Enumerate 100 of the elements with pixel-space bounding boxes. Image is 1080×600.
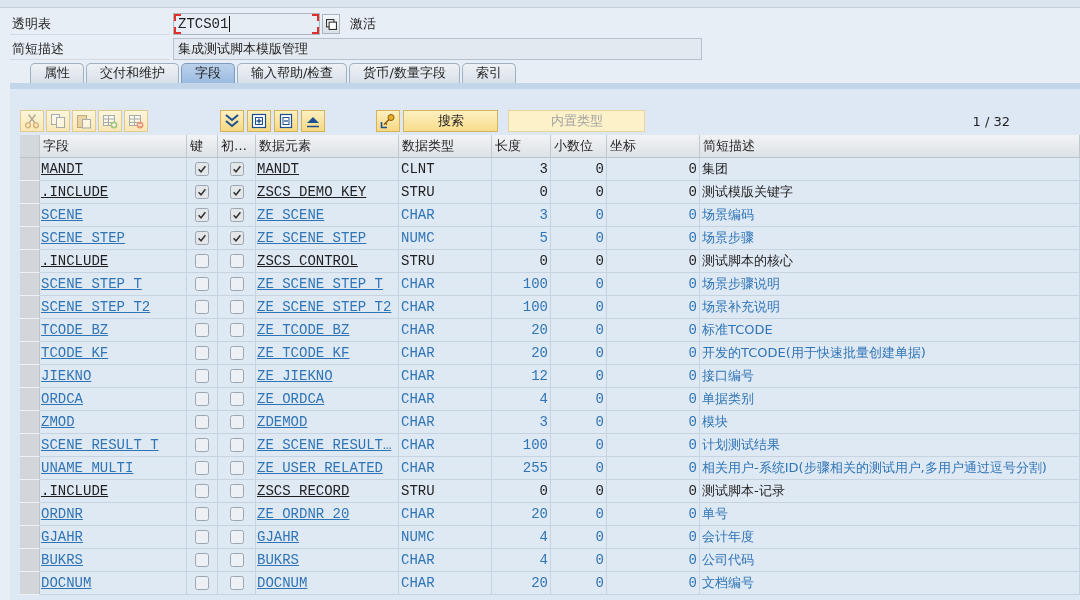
- row-selector[interactable]: [20, 250, 40, 273]
- checkbox[interactable]: [195, 438, 209, 452]
- data-element-link[interactable]: ZE_SCENE_STEP: [256, 230, 367, 246]
- field-link[interactable]: .INCLUDE: [40, 483, 109, 499]
- tab[interactable]: 交付和维护: [86, 63, 179, 83]
- data-element-link[interactable]: ZE_SCENE_RESULT…: [256, 437, 392, 453]
- data-element-link[interactable]: ZSCS_DEMO_KEY: [256, 184, 367, 200]
- data-element-link[interactable]: BUKRS: [256, 552, 299, 568]
- checkbox[interactable]: [229, 484, 244, 498]
- row-selector[interactable]: [20, 296, 40, 319]
- checkbox[interactable]: [229, 346, 244, 360]
- row-selector[interactable]: [20, 526, 40, 549]
- data-element-link[interactable]: ZE_TCODE_BZ: [256, 322, 350, 338]
- checkbox[interactable]: [195, 392, 209, 406]
- data-element-link[interactable]: ZDEMOD: [256, 414, 308, 430]
- column-header[interactable]: 简短描述: [700, 135, 1080, 157]
- checkbox[interactable]: [229, 415, 244, 429]
- data-element-link[interactable]: ZE_TCODE_KF: [256, 345, 350, 361]
- row-selector[interactable]: [20, 181, 40, 204]
- row-selector[interactable]: [20, 227, 40, 250]
- toolbar-button[interactable]: [274, 110, 298, 132]
- field-link[interactable]: SCENE_STEP: [40, 230, 125, 246]
- row-selector[interactable]: [20, 319, 40, 342]
- column-header[interactable]: 小数位: [551, 135, 607, 157]
- checkbox[interactable]: [195, 323, 209, 337]
- row-selector[interactable]: [20, 434, 40, 457]
- row-selector[interactable]: [20, 411, 40, 434]
- row-selector[interactable]: [20, 158, 40, 181]
- field-link[interactable]: GJAHR: [40, 529, 83, 545]
- checkbox[interactable]: [195, 277, 209, 291]
- field-link[interactable]: MANDT: [40, 161, 83, 177]
- checkbox[interactable]: [195, 461, 209, 475]
- checkbox[interactable]: [229, 530, 244, 544]
- checkbox[interactable]: [229, 323, 244, 337]
- checkbox[interactable]: [195, 530, 209, 544]
- data-element-link[interactable]: ZSCS_CONTROL: [256, 253, 358, 269]
- row-selector[interactable]: [20, 572, 40, 595]
- field-link[interactable]: ORDNR: [40, 506, 83, 522]
- checkbox[interactable]: [195, 484, 209, 498]
- checkbox[interactable]: [229, 231, 244, 245]
- field-link[interactable]: ORDCA: [40, 391, 83, 407]
- column-header[interactable]: 数据元素: [256, 135, 399, 157]
- data-element-link[interactable]: ZE_SCENE: [256, 207, 325, 223]
- row-selector[interactable]: [20, 365, 40, 388]
- checkbox[interactable]: [229, 392, 244, 406]
- checkbox[interactable]: [195, 254, 209, 268]
- tab[interactable]: 字段: [181, 63, 235, 83]
- checkbox[interactable]: [229, 438, 244, 452]
- field-link[interactable]: TCODE_BZ: [40, 322, 109, 338]
- data-element-link[interactable]: ZE_USER_RELATED: [256, 460, 384, 476]
- checkbox[interactable]: [229, 208, 244, 222]
- data-element-link[interactable]: ZE_SCENE_STEP_T: [256, 276, 384, 292]
- row-selector[interactable]: [20, 549, 40, 572]
- tab[interactable]: 索引: [461, 63, 516, 83]
- data-element-link[interactable]: ZE_ORDNR_20: [256, 506, 350, 522]
- column-header[interactable]: 坐标: [607, 135, 700, 157]
- row-selector[interactable]: [20, 342, 40, 365]
- checkbox[interactable]: [229, 553, 244, 567]
- checkbox[interactable]: [229, 461, 244, 475]
- checkbox[interactable]: [195, 553, 209, 567]
- column-header[interactable]: 初…: [218, 135, 256, 157]
- field-link[interactable]: DOCNUM: [40, 575, 92, 591]
- field-link[interactable]: .INCLUDE: [40, 253, 109, 269]
- data-element-link[interactable]: MANDT: [256, 161, 299, 177]
- checkbox[interactable]: [229, 507, 244, 521]
- checkbox[interactable]: [229, 300, 244, 314]
- column-header[interactable]: 键: [187, 135, 218, 157]
- row-selector[interactable]: [20, 480, 40, 503]
- table-name-field[interactable]: ZTCS01: [173, 13, 320, 35]
- toolbar-button[interactable]: [301, 110, 325, 132]
- checkbox[interactable]: [229, 162, 244, 176]
- field-link[interactable]: SCENE_RESULT_T: [40, 437, 159, 453]
- checkbox[interactable]: [229, 185, 244, 199]
- field-link[interactable]: TCODE_KF: [40, 345, 109, 361]
- row-selector[interactable]: [20, 273, 40, 296]
- tab[interactable]: 货币/数量字段: [349, 63, 460, 83]
- checkbox[interactable]: [229, 576, 244, 590]
- row-selector[interactable]: [20, 503, 40, 526]
- column-header[interactable]: 数据类型: [399, 135, 492, 157]
- field-link[interactable]: .INCLUDE: [40, 184, 109, 200]
- data-element-link[interactable]: ZSCS_RECORD: [256, 483, 350, 499]
- checkbox[interactable]: [195, 300, 209, 314]
- checkbox[interactable]: [229, 277, 244, 291]
- tab[interactable]: 属性: [30, 63, 84, 83]
- data-element-link[interactable]: ZE_SCENE_STEP_T2: [256, 299, 392, 315]
- checkbox[interactable]: [229, 254, 244, 268]
- data-element-link[interactable]: ZE_ORDCA: [256, 391, 325, 407]
- data-element-link[interactable]: DOCNUM: [256, 575, 308, 591]
- field-link[interactable]: ZMOD: [40, 414, 75, 430]
- row-selector[interactable]: [20, 204, 40, 227]
- field-link[interactable]: UNAME_MULTI: [40, 460, 134, 476]
- checkbox[interactable]: [195, 415, 209, 429]
- checkbox[interactable]: [195, 208, 209, 222]
- field-link[interactable]: SCENE: [40, 207, 83, 223]
- checkbox[interactable]: [195, 346, 209, 360]
- checkbox[interactable]: [229, 369, 244, 383]
- data-element-link[interactable]: GJAHR: [256, 529, 299, 545]
- data-element-link[interactable]: ZE_JIEKNO: [256, 368, 333, 384]
- column-header[interactable]: 长度: [492, 135, 551, 157]
- checkbox[interactable]: [195, 369, 209, 383]
